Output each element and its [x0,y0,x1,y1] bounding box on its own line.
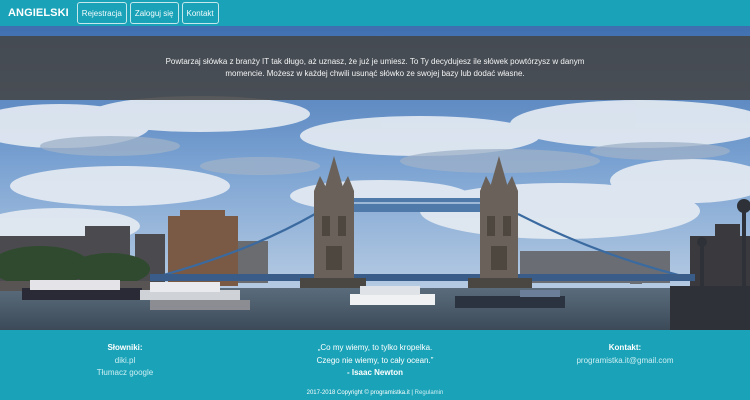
hero-section: Powtarzaj słówka z branży IT tak długo, … [0,26,750,330]
intro-banner: Powtarzaj słówka z branży IT tak długo, … [0,36,750,100]
google-translate-link[interactable]: Tłumacz google [70,367,180,380]
intro-text: Powtarzaj słówka z branży IT tak długo, … [165,56,585,79]
quote-line-1: „Co my wiemy, to tylko kropelka. [317,343,433,352]
quote-line-2: Czego nie wiemy, to cały ocean.” [316,355,434,365]
diki-link[interactable]: diki.pl [70,355,180,368]
regulations-link[interactable]: Regulamin [415,390,444,396]
navbar: ANGIELSKI Rejestracja Zaloguj się Kontak… [0,0,750,26]
brand-logo[interactable]: ANGIELSKI [8,7,69,19]
contact-email-link[interactable]: programistka.it@gmail.com [555,355,695,368]
contact-heading: Kontakt: [608,343,642,352]
footer-quote: „Co my wiemy, to tylko kropelka. Czego n… [290,342,460,380]
quote-author: - Isaac Newton [346,368,403,377]
footer: Słowniki: diki.pl Tłumacz google „Co my … [0,330,750,400]
nav-register-button[interactable]: Rejestracja [76,2,127,24]
footer-contact: Kontakt: programistka.it@gmail.com [555,342,695,367]
footer-dictionaries: Słowniki: diki.pl Tłumacz google [70,342,180,380]
nav-contact-button[interactable]: Kontakt [181,2,219,24]
copyright-text: 2017-2018 Copyright © programistka.it | [306,390,413,396]
copyright: 2017-2018 Copyright © programistka.it | … [0,390,750,396]
dictionaries-heading: Słowniki: [107,343,143,352]
nav-login-button[interactable]: Zaloguj się [129,2,179,24]
